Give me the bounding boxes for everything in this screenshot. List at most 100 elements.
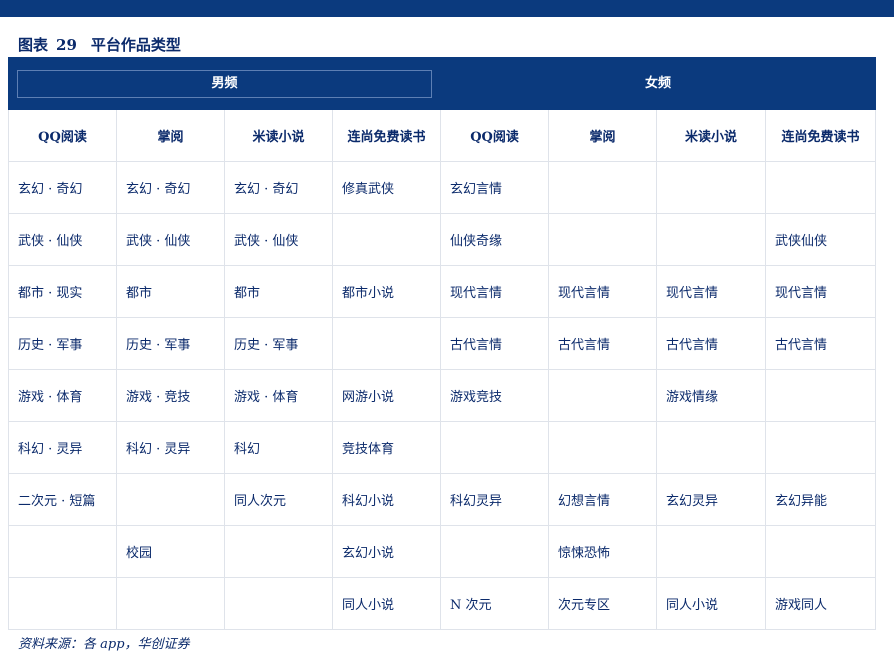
- table-cell: [656, 161, 767, 214]
- table-cell: [548, 161, 658, 214]
- table-cell: [224, 525, 333, 578]
- table-cell: [548, 369, 658, 422]
- table-cell: [548, 213, 658, 266]
- table-cell: 科幻小说: [331, 473, 442, 526]
- table-row: 玄幻 · 奇幻 玄幻 · 奇幻 玄幻 · 奇幻 修真武侠 玄幻言情: [8, 161, 877, 214]
- table-cell: [331, 317, 442, 370]
- source-note: 资料来源：各 app，华创证券: [18, 637, 190, 652]
- table-cell: 游戏 · 体育: [8, 369, 117, 422]
- table-cell: 历史 · 军事: [116, 317, 225, 370]
- group-label-male: 男频: [17, 69, 433, 98]
- figure-caption: 平台作品类型: [90, 36, 181, 54]
- table-cell: [656, 525, 767, 578]
- table-body: 玄幻 · 奇幻 玄幻 · 奇幻 玄幻 · 奇幻 修真武侠 玄幻言情 武侠 · 仙侠 武侠 ·…: [8, 161, 877, 630]
- table-cell: 竞技体育: [331, 421, 442, 474]
- table-cell: 二次元 · 短篇: [8, 473, 117, 526]
- table-cell: N 次元: [440, 577, 550, 630]
- table-cell: 游戏 · 体育: [224, 369, 333, 422]
- group-header-female: 女频: [440, 57, 877, 110]
- figure-title: 图表 29 平台作品类型: [18, 34, 181, 55]
- table-cell: 古代言情: [656, 317, 767, 370]
- table-cell: [224, 577, 333, 630]
- table-cell: 古代言情: [765, 317, 877, 370]
- table-cell: 现代言情: [765, 265, 877, 318]
- column-header-row: QQ阅读 掌阅 米读小说 连尚免费读书 QQ阅读 掌阅 米读小说 连尚免费读书: [8, 109, 877, 162]
- figure-number: 29: [56, 36, 77, 54]
- table-cell: 校园: [116, 525, 225, 578]
- table-cell: 科幻: [224, 421, 333, 474]
- table-row: 都市 · 现实 都市 都市 都市小说 现代言情 现代言情 现代言情 现代言情: [8, 265, 877, 318]
- table-cell: [548, 421, 658, 474]
- table-cell: 玄幻小说: [331, 525, 442, 578]
- table-row: 游戏 · 体育 游戏 · 竞技 游戏 · 体育 网游小说 游戏竞技 游戏情缘: [8, 369, 877, 422]
- table-cell: 科幻 · 灵异: [8, 421, 117, 474]
- table-cell: [8, 525, 117, 578]
- table-row: 历史 · 军事 历史 · 军事 历史 · 军事 古代言情 古代言情 古代言情 古代言情: [8, 317, 877, 370]
- table-cell: 幻想言情: [548, 473, 658, 526]
- table-cell: [765, 161, 877, 214]
- table-row: 校园 玄幻小说 惊悚恐怖: [8, 525, 877, 578]
- table-cell: 武侠 · 仙侠: [116, 213, 225, 266]
- table-cell: [116, 577, 225, 630]
- table-cell: [440, 421, 550, 474]
- table-cell: 玄幻灵异: [656, 473, 767, 526]
- table-row: 同人小说 N 次元 次元专区 同人小说 游戏同人: [8, 577, 877, 630]
- table-cell: 都市小说: [331, 265, 442, 318]
- table-cell: 历史 · 军事: [8, 317, 117, 370]
- top-banner: [0, 0, 894, 17]
- table-cell: 古代言情: [440, 317, 550, 370]
- table-cell: 仙侠奇缘: [440, 213, 550, 266]
- table-cell: 游戏同人: [765, 577, 877, 630]
- table-cell: 历史 · 军事: [224, 317, 333, 370]
- column-header: QQ阅读: [440, 109, 550, 162]
- table-cell: [765, 421, 877, 474]
- table-cell: 玄幻言情: [440, 161, 550, 214]
- table-cell: 玄幻 · 奇幻: [224, 161, 333, 214]
- table-cell: 都市: [224, 265, 333, 318]
- table-cell: 玄幻 · 奇幻: [8, 161, 117, 214]
- table-cell: 网游小说: [331, 369, 442, 422]
- column-header: 掌阅: [548, 109, 658, 162]
- table-cell: [440, 525, 550, 578]
- group-header-row: 男频 女频: [7, 57, 877, 110]
- group-header-male: 男频: [7, 57, 442, 110]
- table-cell: 都市 · 现实: [8, 265, 117, 318]
- table-cell: [656, 213, 767, 266]
- table-cell: 玄幻 · 奇幻: [116, 161, 225, 214]
- table-cell: 科幻 · 灵异: [116, 421, 225, 474]
- table-cell: [8, 577, 117, 630]
- table-cell: 武侠仙侠: [765, 213, 877, 266]
- table-cell: 同人次元: [224, 473, 333, 526]
- table-cell: 科幻灵异: [440, 473, 550, 526]
- column-header: 掌阅: [116, 109, 225, 162]
- column-header: 连尚免费读书: [331, 109, 442, 162]
- table-cell: [765, 525, 877, 578]
- table-cell: 现代言情: [656, 265, 767, 318]
- table-cell: [656, 421, 767, 474]
- table-cell: 武侠 · 仙侠: [224, 213, 333, 266]
- table-cell: 次元专区: [548, 577, 658, 630]
- column-header: QQ阅读: [8, 109, 117, 162]
- column-header: 米读小说: [656, 109, 767, 162]
- table-cell: 现代言情: [440, 265, 550, 318]
- column-header: 连尚免费读书: [765, 109, 877, 162]
- table-cell: 古代言情: [548, 317, 658, 370]
- table-row: 科幻 · 灵异 科幻 · 灵异 科幻 竞技体育: [8, 421, 877, 474]
- table-cell: 游戏竞技: [440, 369, 550, 422]
- table-cell: 都市: [116, 265, 225, 318]
- figure-label: 图表: [18, 36, 49, 54]
- group-label-female: 女频: [449, 69, 868, 98]
- table-cell: 现代言情: [548, 265, 658, 318]
- table-cell: 游戏 · 竞技: [116, 369, 225, 422]
- column-header: 米读小说: [224, 109, 333, 162]
- table-row: 武侠 · 仙侠 武侠 · 仙侠 武侠 · 仙侠 仙侠奇缘 武侠仙侠: [8, 213, 877, 266]
- table-cell: 游戏情缘: [656, 369, 767, 422]
- table-cell: 惊悚恐怖: [548, 525, 658, 578]
- table-cell: 同人小说: [331, 577, 442, 630]
- table-row: 二次元 · 短篇 同人次元 科幻小说 科幻灵异 幻想言情 玄幻灵异 玄幻异能: [8, 473, 877, 526]
- table-cell: 武侠 · 仙侠: [8, 213, 117, 266]
- table-cell: [331, 213, 442, 266]
- table-cell: 玄幻异能: [765, 473, 877, 526]
- platform-genre-table: 男频 女频 QQ阅读 掌阅 米读小说 连尚免费读书 QQ阅读 掌阅 米读小说 连尚免费读书 玄…: [7, 57, 877, 630]
- table-cell: 修真武侠: [331, 161, 442, 214]
